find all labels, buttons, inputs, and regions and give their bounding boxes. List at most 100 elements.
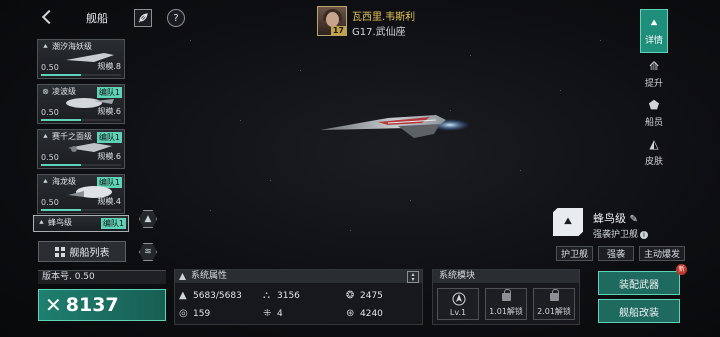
attr-value: 159 (193, 309, 211, 319)
ship-name: 蜂鸟级 (48, 218, 72, 227)
grid-icon (54, 246, 65, 257)
lock-icon (502, 289, 511, 301)
wave-icon: ≋ (144, 247, 152, 257)
tab-label: 提升 (644, 78, 663, 89)
details-icon: ⯅ (649, 15, 659, 30)
back-button[interactable] (38, 8, 56, 26)
wave-button[interactable]: ≋ (139, 243, 157, 261)
version-label: 版本号. 0.50 (38, 270, 166, 284)
tag-assault: 强袭 (598, 246, 634, 261)
attr-energy: ⊛ 4240 (346, 308, 383, 320)
formation-button[interactable]: ▲ (139, 210, 157, 228)
system-attributes-panel: 系统属性 ▴ ▾ ▲ 5683/5683 ⛬ 3156 ❂ 2475 ◎ 159 ⁜ 4 ⊛… (174, 269, 423, 325)
power-display: ✕ 8137 (38, 289, 166, 321)
feather-icon (138, 13, 148, 23)
ship-scale: 规模.8 (97, 62, 121, 71)
attr-value: 4240 (360, 309, 383, 319)
target-icon: ⊗ (42, 87, 49, 96)
ship-card-4[interactable]: ⯅ 海龙级 编队1 0.50 规模.4 (37, 174, 125, 214)
speed-icon: ◎ (179, 308, 188, 319)
captain-name: 瓦西里.韦斯利 (352, 12, 416, 23)
captain-constellation: G17.武仙座 (352, 27, 406, 38)
energy-icon: ⊛ (346, 308, 355, 319)
question-icon: ? (173, 12, 179, 24)
ship-progress (41, 209, 121, 211)
captain-level: 17 (330, 26, 346, 35)
tab-label: 详情 (644, 35, 663, 46)
ship-progress (41, 74, 121, 76)
attr-value: 2475 (360, 291, 383, 301)
ship-scale: 规模.4 (97, 197, 121, 206)
new-badge: 新 (676, 264, 687, 275)
ship-value: 0.50 (41, 198, 59, 207)
ship-class-emblem: ⯅ (553, 208, 583, 236)
system-modules-panel: 系统模块 Lv.1 1.01解锁 2.01解锁 (432, 269, 580, 325)
help-button[interactable]: ? (167, 9, 185, 27)
module-icon (452, 292, 466, 306)
ship-class-icon: ⯅ (562, 214, 574, 230)
ship-scale: 规模.6 (97, 152, 121, 161)
captain-portrait[interactable]: 17 (317, 6, 347, 36)
upgrade-icon: ⟰ (648, 58, 660, 73)
ship-value: 0.50 (41, 63, 59, 72)
attr-value: 5683/5683 (193, 291, 242, 301)
tab-label: 船员 (644, 117, 663, 128)
class-name-text: 蜂鸟级 (593, 212, 626, 225)
ship-progress (41, 164, 121, 166)
fleet-list-button[interactable]: 舰船列表 (38, 241, 126, 262)
skin-icon: ◭ (649, 136, 659, 151)
tab-details[interactable]: ⯅ 详情 (640, 9, 668, 53)
ship-class-name: 蜂鸟级 ✎ (593, 210, 638, 226)
ship-card-2[interactable]: ⊗ 凌波级 编队1 0.50 规模.6 (37, 84, 125, 124)
ship-class-subtitle: 强袭护卫舰 i (593, 227, 649, 240)
attr-hull: ▲ 5683/5683 (179, 290, 242, 302)
ship-card-5-selected[interactable]: ⯅ 蜂鸟级 编队1 (33, 215, 129, 232)
pencil-icon[interactable]: ✎ (630, 214, 638, 225)
ship-class-icon: ⯅ (38, 218, 45, 227)
tab-skin[interactable]: ◭ 皮肤 (640, 130, 668, 174)
crossed-swords-icon: ✕ (45, 293, 62, 317)
shield-icon: ❂ (346, 290, 355, 301)
tag-active-burst: 主动爆发 (639, 246, 685, 261)
module-slot-2[interactable]: 1.01解锁 (485, 288, 527, 320)
ship-scale: 规模.6 (97, 107, 121, 116)
ship-card-1[interactable]: ⯅ 潮汐海妖级 0.50 规模.8 (37, 39, 125, 79)
attributes-header: 系统属性 ▴ ▾ (175, 270, 422, 283)
module-slot-1[interactable]: Lv.1 (437, 288, 479, 320)
tag-escort: 护卫舰 (556, 246, 593, 261)
module-label: 2.01解锁 (537, 307, 571, 316)
attributes-title: 系统属性 (191, 271, 228, 281)
ship-card-3[interactable]: ⯅ 赛千之面级 编队1 0.50 规模.6 (37, 129, 125, 169)
ship-model[interactable] (318, 108, 488, 154)
sort-icon[interactable]: ▴ ▾ (407, 271, 419, 283)
feather-button[interactable] (134, 9, 152, 27)
ship-value: 0.50 (41, 153, 59, 162)
tab-upgrade[interactable]: ⟰ 提升 (640, 52, 668, 96)
class-sub-text: 强袭护卫舰 (593, 230, 639, 240)
page-title: 舰船 (86, 12, 108, 25)
team-badge: 编队1 (100, 218, 126, 229)
tab-crew[interactable]: ⬟ 船员 (640, 91, 668, 135)
armor-icon: ⛬ (263, 290, 270, 301)
fleet-list-label: 舰船列表 (69, 248, 110, 259)
info-icon[interactable]: i (640, 231, 649, 239)
attr-armor: ⛬ 3156 (263, 290, 300, 302)
ship-class-icon: ⯅ (42, 177, 49, 186)
modules-title: 系统模块 (433, 270, 579, 283)
attr-value: 3156 (277, 291, 300, 301)
ship-class-icon: ⯅ (42, 42, 49, 51)
crew-icon: ⬟ (648, 97, 660, 112)
refit-button[interactable]: 舰船改装 (598, 299, 680, 323)
tab-label: 皮肤 (644, 156, 663, 167)
ship-progress (41, 119, 121, 121)
equip-weapon-button[interactable]: 装配武器 (598, 271, 680, 295)
triangle-icon: ▲ (144, 214, 152, 224)
module-label: 1.01解锁 (489, 307, 523, 316)
attr-value: 4 (277, 309, 283, 319)
ship-value: 0.50 (41, 108, 59, 117)
module-slot-3[interactable]: 2.01解锁 (533, 288, 575, 320)
hull-icon: ▲ (179, 290, 187, 301)
grid-icon: ⁜ (263, 308, 272, 319)
module-label: Lv.1 (449, 308, 467, 317)
attr-shield: ❂ 2475 (346, 290, 383, 302)
